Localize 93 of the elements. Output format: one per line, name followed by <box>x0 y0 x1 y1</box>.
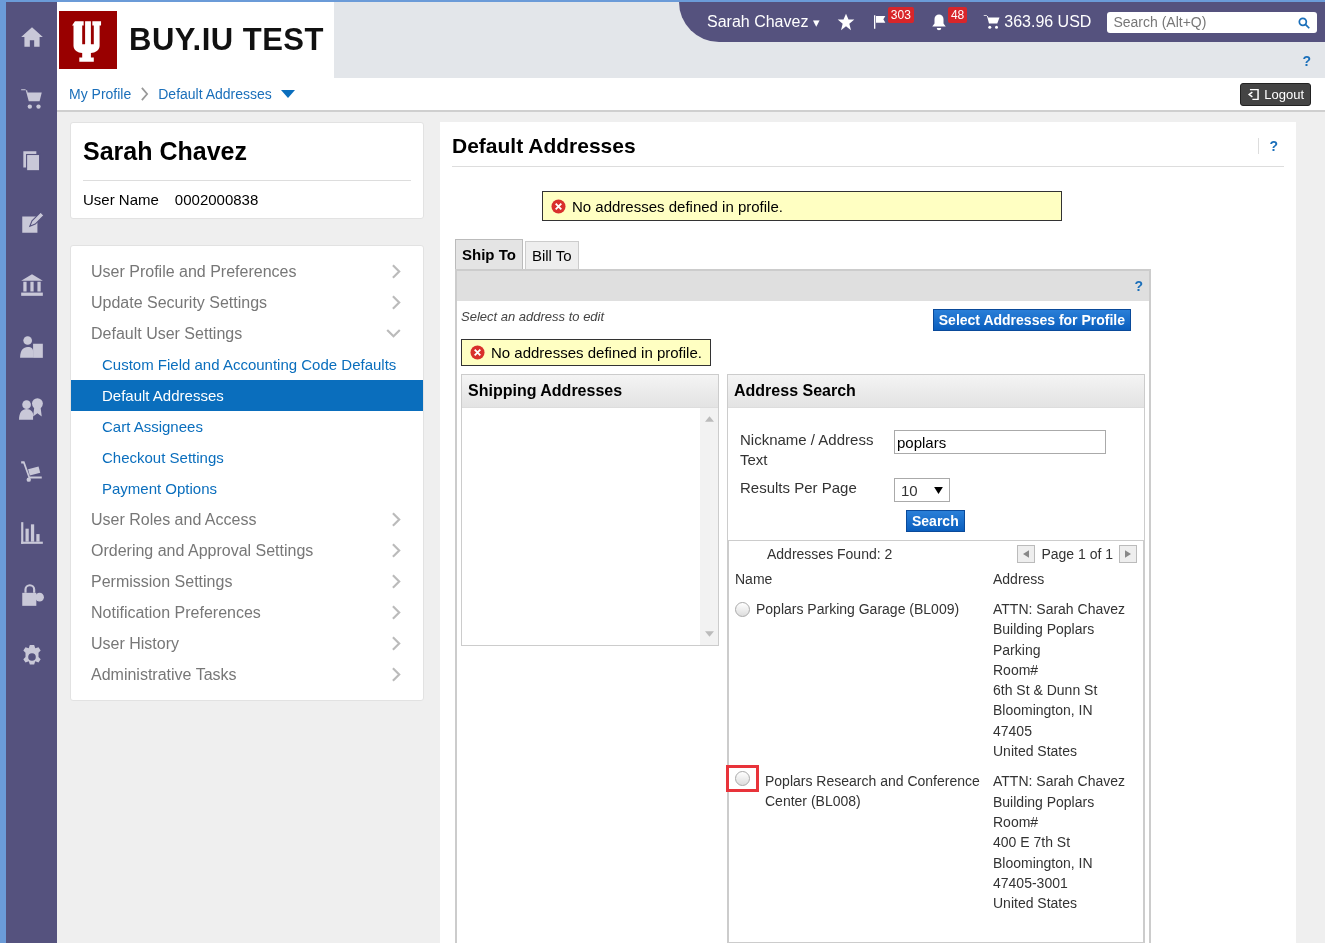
help-link[interactable]: ? <box>1302 53 1311 69</box>
triangle-left-icon <box>1023 550 1030 558</box>
menu-section[interactable]: User Roles and Access <box>71 504 423 535</box>
results-count: Addresses Found: 2 <box>767 546 893 562</box>
address-line: Bloomington, IN <box>993 853 1094 873</box>
bar-chart-icon[interactable] <box>18 520 45 546</box>
field-label: Results Per Page <box>740 478 858 498</box>
profile-name: Sarah Chavez <box>83 137 411 181</box>
address-line: 6th St & Dunn St <box>993 681 1099 701</box>
address-line: Parking <box>993 640 1042 660</box>
page-title: Default Addresses <box>452 134 636 158</box>
chevron-right-icon <box>392 574 401 589</box>
chevron-right-icon <box>392 543 401 558</box>
search-field[interactable]: Search (Alt+Q) <box>1107 11 1318 33</box>
address-line: ATTN: Sarah Chavez <box>993 600 1126 619</box>
chevron-right-icon <box>392 264 401 279</box>
cart-icon[interactable] <box>983 13 1002 31</box>
notification-count: 48 <box>947 7 968 23</box>
field-label: Nickname / Address Text <box>740 430 875 470</box>
address-line: Building Poplars <box>993 620 1096 640</box>
address-name: Poplars Parking Garage (BL009) <box>756 600 960 619</box>
address-line: Building Poplars <box>993 792 1096 812</box>
caret-icon[interactable] <box>280 90 295 98</box>
menu-item[interactable]: Default Addresses <box>71 380 423 411</box>
panel-title: Shipping Addresses <box>462 375 718 408</box>
radio-button[interactable] <box>735 771 750 787</box>
error-icon <box>470 345 485 360</box>
hint-text: Select an address to edit <box>461 309 605 326</box>
menu-section[interactable]: Administrative Tasks <box>71 659 423 690</box>
chevron-down-icon <box>386 329 401 338</box>
cart-total[interactable]: 363.96 USD <box>1004 13 1092 31</box>
tab[interactable]: Ship To <box>455 239 523 269</box>
results-per-page-dropdown[interactable]: 10 <box>894 478 950 502</box>
panel-title: Address Search <box>728 375 1144 408</box>
column-header: Name <box>735 571 774 589</box>
logout-icon <box>1247 87 1262 101</box>
menu-section[interactable]: Notification Preferences <box>71 597 423 628</box>
tab[interactable]: Bill To <box>524 241 579 269</box>
logout-button[interactable]: Logout <box>1240 82 1311 106</box>
bell-icon[interactable] <box>929 13 948 31</box>
bank-icon[interactable] <box>18 272 45 298</box>
caret-icon <box>934 486 943 494</box>
page-indicator: Page 1 of 1 <box>1041 546 1113 562</box>
address-line: 400 E 7th St <box>993 833 1072 853</box>
menu-item[interactable]: Checkout Settings <box>71 442 423 473</box>
search-icon[interactable] <box>1297 15 1312 30</box>
chevron-right-icon <box>392 605 401 620</box>
select-addresses-button[interactable]: Select Addresses for Profile <box>932 309 1131 331</box>
field-label: User Name <box>83 191 159 208</box>
field-value: 0002000838 <box>174 191 259 208</box>
radio-button[interactable] <box>735 602 750 617</box>
address-line: United States <box>993 742 1079 762</box>
nickname-field[interactable]: poplars <box>894 430 1106 454</box>
menu-section[interactable]: Default User Settings <box>71 318 423 349</box>
help-link[interactable]: ? <box>1258 138 1278 154</box>
menu-item[interactable]: Custom Field and Accounting Code Defaults <box>71 349 423 380</box>
menu-section[interactable]: User History <box>71 628 423 659</box>
breadcrumb-link[interactable]: Default Addresses <box>158 86 272 102</box>
site-title: BUY.IU TEST <box>129 22 324 58</box>
address-line: Bloomington, IN <box>993 701 1094 721</box>
menu-section[interactable]: Ordering and Approval Settings <box>71 535 423 566</box>
search-button[interactable]: Search <box>906 510 965 532</box>
help-link[interactable]: ? <box>1134 278 1143 294</box>
address-name: Poplars Research and Conference Center (BL008) <box>765 772 981 812</box>
menu-item[interactable]: Cart Assignees <box>71 411 423 442</box>
address-line: 47405-3001 <box>993 873 1069 893</box>
clipboard-person-icon[interactable] <box>18 334 45 360</box>
chevron-right-icon <box>392 667 401 682</box>
address-line: United States <box>993 894 1079 914</box>
chevron-right-icon <box>392 636 401 651</box>
error-icon <box>551 198 566 214</box>
breadcrumb-link[interactable]: My Profile <box>69 86 132 102</box>
dolly-icon[interactable] <box>18 458 45 484</box>
address-line: Room# <box>993 660 1040 680</box>
address-line: ATTN: Sarah Chavez <box>993 772 1126 792</box>
alert-text: No addresses defined in profile. <box>572 197 783 215</box>
address-line: 47405 <box>993 721 1033 741</box>
next-page-button[interactable] <box>1119 545 1137 563</box>
user-menu[interactable]: Sarah Chavez ▾ <box>707 13 820 31</box>
previous-page-button[interactable] <box>1017 545 1036 563</box>
flag-icon[interactable] <box>871 13 888 31</box>
chevron-right-icon <box>392 295 401 310</box>
address-line: Room# <box>993 812 1040 832</box>
menu-section[interactable]: Update Security Settings <box>71 287 423 318</box>
chevron-right-icon <box>392 512 401 527</box>
chevron-right-icon <box>140 87 150 101</box>
alert-text: No addresses defined in profile. <box>491 344 702 361</box>
triangle-right-icon <box>1125 550 1131 558</box>
menu-section[interactable]: User Profile and Preferences <box>71 256 423 287</box>
menu-section[interactable]: Permission Settings <box>71 566 423 597</box>
menu-item[interactable]: Payment Options <box>71 473 423 504</box>
notification-count: 303 <box>887 7 914 23</box>
column-header: Address <box>993 571 1046 589</box>
